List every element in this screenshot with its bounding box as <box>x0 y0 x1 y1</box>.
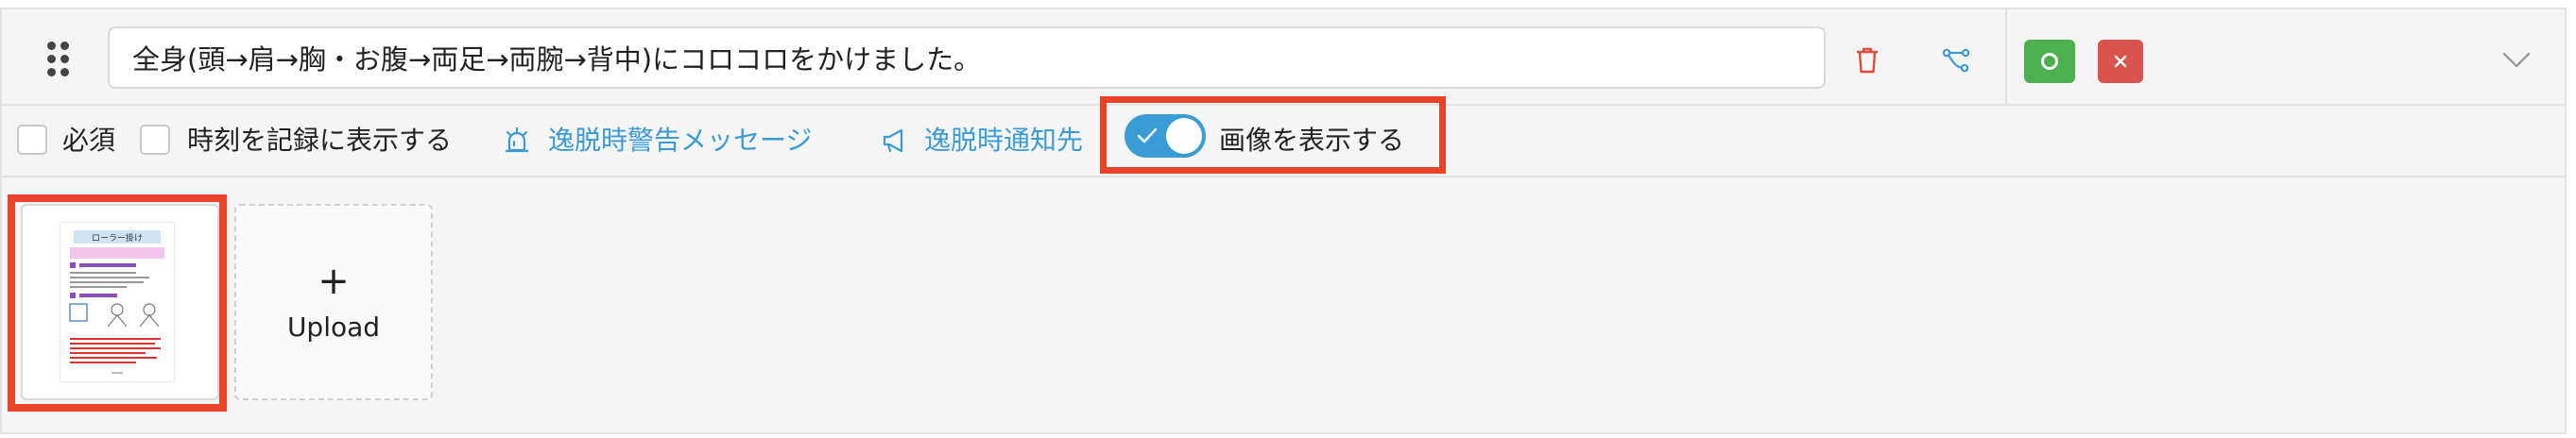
ng-button[interactable] <box>2098 40 2143 83</box>
question-title-input[interactable] <box>108 26 1826 89</box>
thumbnail-document-image: ローラー掛け <box>60 223 174 381</box>
branch-button[interactable] <box>1937 42 1975 79</box>
delete-button[interactable] <box>1848 42 1886 79</box>
warning-message-link[interactable]: 逸脱時警告メッセージ <box>548 125 812 157</box>
alarm-icon <box>505 126 529 153</box>
required-label: 必須 <box>62 125 116 156</box>
drag-handle-icon[interactable] <box>47 42 70 77</box>
ok-button[interactable] <box>2024 40 2075 83</box>
check-icon <box>1137 127 1158 143</box>
circle-icon <box>2041 53 2058 70</box>
megaphone-icon <box>883 128 903 153</box>
show-image-toggle[interactable] <box>1125 114 1206 158</box>
header-divider <box>2005 9 2007 104</box>
branch-icon <box>1942 48 1970 73</box>
plus-icon: + <box>318 260 350 303</box>
chevron-down-icon[interactable] <box>2500 45 2533 74</box>
upload-button[interactable]: + Upload <box>234 204 433 400</box>
trash-icon <box>1857 47 1878 74</box>
question-editor: 必須 時刻を記録に表示する 逸脱時警告メッセージ 逸脱時通知先 画像を表示する … <box>0 0 2576 438</box>
show-time-checkbox[interactable] <box>140 125 170 155</box>
upload-label: Upload <box>286 312 381 343</box>
question-header-row <box>0 8 2567 104</box>
close-icon <box>2114 55 2127 68</box>
thumbnail-title: ローラー掛け <box>92 232 143 244</box>
required-checkbox[interactable] <box>17 125 47 155</box>
notify-target-link[interactable]: 逸脱時通知先 <box>924 125 1083 157</box>
toggle-knob <box>1166 118 1202 154</box>
show-time-label: 時刻を記録に表示する <box>187 125 453 156</box>
